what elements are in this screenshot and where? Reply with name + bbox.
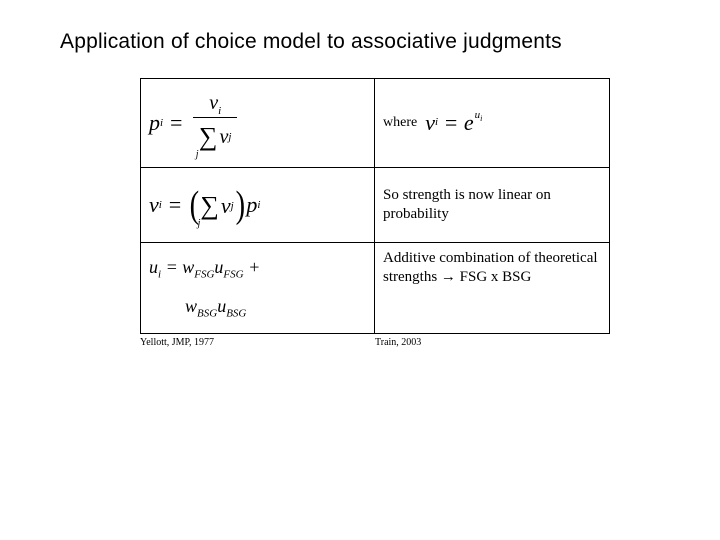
sub-j2: j (231, 200, 234, 212)
desc-text-3: Additive combination of theoretical stre… (383, 249, 601, 287)
sub-i2: i (159, 199, 162, 211)
sub-fsg2: FSG (223, 269, 243, 281)
var-e: e (464, 109, 474, 137)
equation-table: pi = vi ∑vj j where (140, 78, 610, 334)
var-p2: p (246, 192, 257, 218)
slide: Application of choice model to associati… (0, 0, 720, 540)
page-title: Application of choice model to associati… (60, 30, 660, 54)
paren-left-icon: ( (189, 190, 198, 220)
desc-cell-1: where vi = eui (375, 79, 609, 167)
plus-sign: + (248, 257, 260, 277)
eq-cell-1: pi = vi ∑vj j (141, 79, 375, 167)
citation-left: Yellott, JMP, 1977 (140, 334, 375, 348)
desc-cell-2: So strength is now linear on probability (375, 168, 609, 242)
sigma-icon: ∑ (200, 191, 219, 221)
var-vj2: v (221, 193, 231, 219)
sub-pi2: i (257, 199, 260, 211)
var-u3: u (149, 257, 158, 277)
table-row: ui = wFSGuFSG + wBSGuBSG Additive combin… (141, 243, 609, 333)
sub-i3: i (158, 269, 161, 281)
paren-right-icon: ) (235, 190, 244, 220)
desc-cell-3: Additive combination of theoretical stre… (375, 243, 609, 333)
citation-right: Train, 2003 (375, 334, 610, 348)
sub-fsg1: FSG (194, 269, 214, 281)
sub-bsg1: BSG (197, 308, 217, 320)
sigma-icon: ∑ (199, 122, 218, 152)
var-v2: v (149, 192, 159, 218)
sub-bsg2: BSG (226, 308, 246, 320)
table-row: pi = vi ∑vj j where (141, 79, 609, 168)
table-row: vi = ( ∑vj j ) pi So strength is now lin… (141, 168, 609, 243)
eq-cell-3: ui = wFSGuFSG + wBSGuBSG (141, 243, 375, 333)
sub-j-den: j (228, 131, 231, 143)
desc-text-2: So strength is now linear on probability (383, 186, 601, 224)
var-w1: w (182, 257, 194, 277)
var-v-r: v (425, 109, 435, 137)
sub-i-num: i (218, 105, 221, 117)
where-label: where (383, 114, 417, 132)
fraction: vi ∑vj j (193, 92, 238, 154)
citations-row: Yellott, JMP, 1977 Train, 2003 (140, 334, 610, 348)
eq-cell-2: vi = ( ∑vj j ) pi (141, 168, 375, 242)
sup-ui: i (480, 115, 482, 124)
sub-i: i (160, 117, 163, 129)
var-w2: w (185, 296, 197, 316)
var-v-num: v (209, 92, 218, 114)
var-p: p (149, 110, 160, 136)
var-u3c: u (217, 296, 226, 316)
sub-i-r: i (435, 116, 438, 130)
